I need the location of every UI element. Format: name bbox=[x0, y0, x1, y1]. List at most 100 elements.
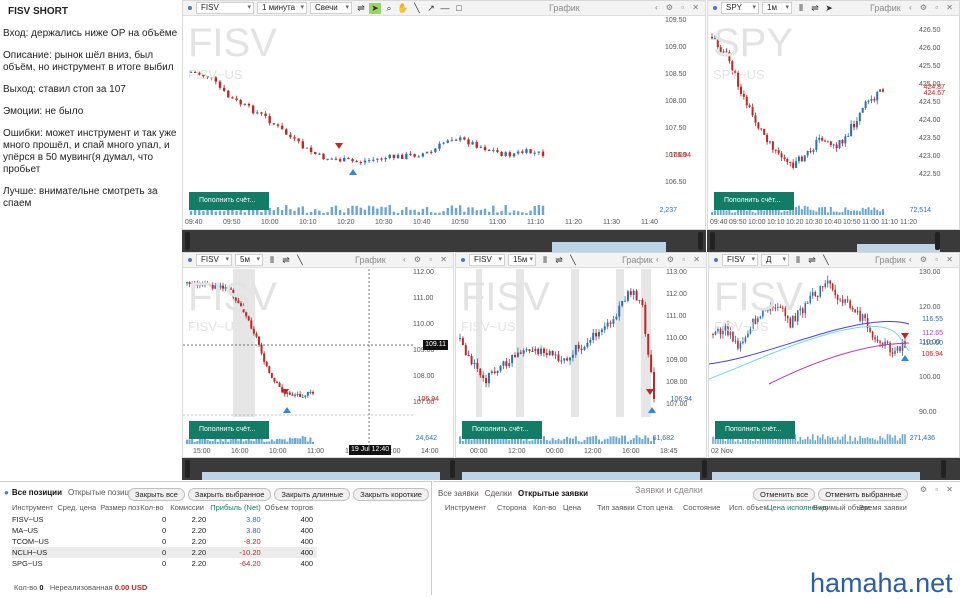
tab-all-positions[interactable]: Все позиции bbox=[12, 488, 62, 497]
navigator-handle[interactable] bbox=[185, 460, 190, 478]
volume-bar bbox=[250, 440, 253, 444]
indicators-icon[interactable]: ⇌ bbox=[355, 3, 367, 14]
candle-style-icon[interactable]: ⫴ bbox=[539, 255, 551, 266]
column-header[interactable]: Состояние bbox=[683, 503, 729, 512]
time-navigator[interactable] bbox=[182, 230, 706, 252]
cancel-selected-button[interactable]: Отменить выбранные bbox=[818, 488, 909, 501]
column-header[interactable]: Объем торгов bbox=[265, 501, 317, 514]
column-header[interactable]: Кол-во bbox=[533, 503, 563, 512]
window-controls[interactable]: ‹ ⚙ ▫ ✕ bbox=[655, 3, 702, 12]
fund-account-button[interactable]: Пополнить счёт... bbox=[714, 192, 794, 210]
symbol-select[interactable]: FISV bbox=[469, 254, 505, 266]
column-header[interactable]: Исп. объем bbox=[729, 503, 769, 512]
window-controls[interactable]: ⚙ ▫ ✕ bbox=[920, 485, 956, 494]
line-tool-icon[interactable]: ╲ bbox=[820, 255, 832, 266]
indicators-icon[interactable]: ⇌ bbox=[280, 255, 292, 266]
window-controls[interactable]: ‹ ⚙ ▫ ✕ bbox=[403, 255, 450, 264]
navigator-handle-left[interactable] bbox=[185, 232, 190, 250]
navigator-handle[interactable] bbox=[702, 460, 707, 478]
navigator-handle[interactable] bbox=[450, 460, 455, 478]
fund-account-button[interactable]: Пополнить счёт... bbox=[715, 421, 795, 439]
navigator-handle-left[interactable] bbox=[710, 232, 715, 250]
style-select[interactable]: Свечи bbox=[310, 2, 352, 14]
interval-select[interactable]: Д bbox=[761, 254, 789, 266]
link-dot-icon[interactable] bbox=[188, 6, 192, 10]
column-header[interactable]: Цена исполнения bbox=[767, 503, 828, 512]
close-short-button[interactable]: Закрыть короткие bbox=[353, 488, 429, 501]
column-header[interactable]: Прибыль (Net) bbox=[210, 501, 264, 514]
line-tool-icon[interactable]: ╲ bbox=[294, 255, 306, 266]
link-dot-icon[interactable] bbox=[713, 6, 717, 10]
column-header[interactable]: Комиссии bbox=[170, 501, 210, 514]
fund-account-button[interactable]: Пополнить счёт... bbox=[462, 421, 542, 439]
cursor-icon[interactable]: ➤ bbox=[823, 3, 835, 14]
interval-select[interactable]: 15м bbox=[508, 254, 536, 266]
chart-panel-fisv-1m[interactable]: FISV 1 минута Свечи ⇌ ➤ ⌕ ✋ ╲ ↗ — □ Граф… bbox=[182, 0, 706, 230]
indicators-icon[interactable]: ⇌ bbox=[553, 255, 565, 266]
column-header[interactable]: Цена bbox=[563, 503, 597, 512]
chart-panel-fisv-daily[interactable]: FISV Д ⫴ ⇌ ╲ График ‹ ⚙ ▫ ✕ FISV FISV~US… bbox=[708, 252, 960, 458]
column-header[interactable]: Кол-во bbox=[140, 501, 170, 514]
tab-all-orders[interactable]: Все заявки bbox=[438, 489, 479, 498]
indicators-icon[interactable]: ⇌ bbox=[806, 255, 818, 266]
time-navigator[interactable] bbox=[707, 230, 960, 252]
window-controls[interactable]: ‹ ⚙ ▫ ✕ bbox=[909, 3, 956, 12]
column-header[interactable]: Стоп цена bbox=[637, 503, 683, 512]
close-all-button[interactable]: Закрыть все bbox=[128, 488, 185, 501]
rect-tool-icon[interactable]: □ bbox=[453, 3, 465, 14]
symbol-select[interactable]: FISV bbox=[722, 254, 758, 266]
symbol-select[interactable]: FISV bbox=[196, 254, 232, 266]
candle-style-icon[interactable]: ⫴ bbox=[266, 255, 278, 266]
column-header[interactable]: Сред. цена bbox=[57, 501, 100, 514]
fund-account-button[interactable]: Пополнить счёт... bbox=[189, 421, 269, 439]
link-dot-icon[interactable]: ● bbox=[4, 488, 9, 497]
navigator-handle-right[interactable] bbox=[698, 232, 703, 250]
chart-panel-spy-1m[interactable]: SPY 1м ⫴ ⇌ ➤ График ‹ ⚙ ▫ ✕ SPY SPY~US 4… bbox=[707, 0, 960, 230]
line-tool-icon[interactable]: ╲ bbox=[567, 255, 579, 266]
line-tool-icon[interactable]: ╲ bbox=[411, 3, 423, 14]
interval-select[interactable]: 1 минута bbox=[257, 2, 307, 14]
close-long-button[interactable]: Закрыть длинные bbox=[274, 488, 351, 501]
table-row[interactable]: FISV~US 0 2.20 3.80 400 bbox=[12, 514, 317, 525]
window-controls[interactable]: ‹ ⚙ ▫ ✕ bbox=[656, 255, 703, 264]
link-dot-icon[interactable] bbox=[188, 258, 192, 262]
column-header[interactable]: Инструмент bbox=[12, 501, 57, 514]
cancel-all-button[interactable]: Отменить все bbox=[753, 488, 816, 501]
chart-panel-fisv-5m[interactable]: FISV 5м ⫴ ⇌ ╲ График ‹ ⚙ ▫ ✕ FISV FISV~U… bbox=[182, 252, 454, 458]
interval-select[interactable]: 5м bbox=[235, 254, 263, 266]
symbol-select[interactable]: SPY bbox=[721, 2, 759, 14]
hand-icon[interactable]: ✋ bbox=[397, 3, 409, 14]
column-header[interactable]: Видимый объем bbox=[813, 503, 870, 512]
column-header[interactable]: Инструмент bbox=[445, 503, 497, 512]
hline-tool-icon[interactable]: — bbox=[439, 3, 451, 14]
ray-tool-icon[interactable]: ↗ bbox=[425, 3, 437, 14]
column-header[interactable]: Размер позиции bbox=[100, 501, 140, 514]
candle-style-icon[interactable]: ⫴ bbox=[792, 255, 804, 266]
link-dot-icon[interactable] bbox=[461, 258, 465, 262]
table-row[interactable]: SPG~US 0 2.20 -64.20 400 bbox=[12, 558, 317, 569]
candle-style-icon[interactable]: ⫴ bbox=[795, 3, 807, 14]
volume-bar bbox=[869, 438, 871, 444]
tab-open-orders[interactable]: Открытые заявки bbox=[518, 489, 588, 498]
time-navigator-lower[interactable] bbox=[182, 458, 960, 480]
zoom-icon[interactable]: ⌕ bbox=[383, 3, 395, 14]
fund-account-button[interactable]: Пополнить счёт... bbox=[189, 192, 269, 210]
table-row[interactable]: MA~US 0 2.20 3.80 400 bbox=[12, 525, 317, 536]
tab-trades[interactable]: Сделки bbox=[485, 489, 512, 498]
table-row[interactable]: NCLH~US 0 2.20 -10.20 400 bbox=[12, 547, 318, 558]
link-dot-icon[interactable] bbox=[714, 258, 718, 262]
column-header[interactable]: Тип заявки bbox=[597, 503, 637, 512]
navigator-handle-right[interactable] bbox=[935, 232, 940, 250]
window-controls[interactable]: ‹ ⚙ ▫ ✕ bbox=[909, 255, 956, 264]
column-header[interactable]: Сторона bbox=[497, 503, 533, 512]
chart-panel-fisv-15m[interactable]: FISV 15м ⫴ ⇌ ╲ График ‹ ⚙ ▫ ✕ FISV FISV~… bbox=[455, 252, 707, 458]
site-watermark: hamaha.net bbox=[810, 568, 953, 598]
symbol-select[interactable]: FISV bbox=[196, 2, 254, 14]
cursor-icon[interactable]: ➤ bbox=[369, 2, 381, 14]
close-selected-button[interactable]: Закрыть выбранное bbox=[187, 488, 272, 501]
table-row[interactable]: TCOM~US 0 2.20 -8.20 400 bbox=[12, 536, 317, 547]
navigator-handle[interactable] bbox=[941, 460, 946, 478]
interval-select[interactable]: 1м bbox=[762, 2, 792, 14]
indicators-icon[interactable]: ⇌ bbox=[809, 3, 821, 14]
column-header[interactable]: Время заявки bbox=[859, 503, 907, 512]
